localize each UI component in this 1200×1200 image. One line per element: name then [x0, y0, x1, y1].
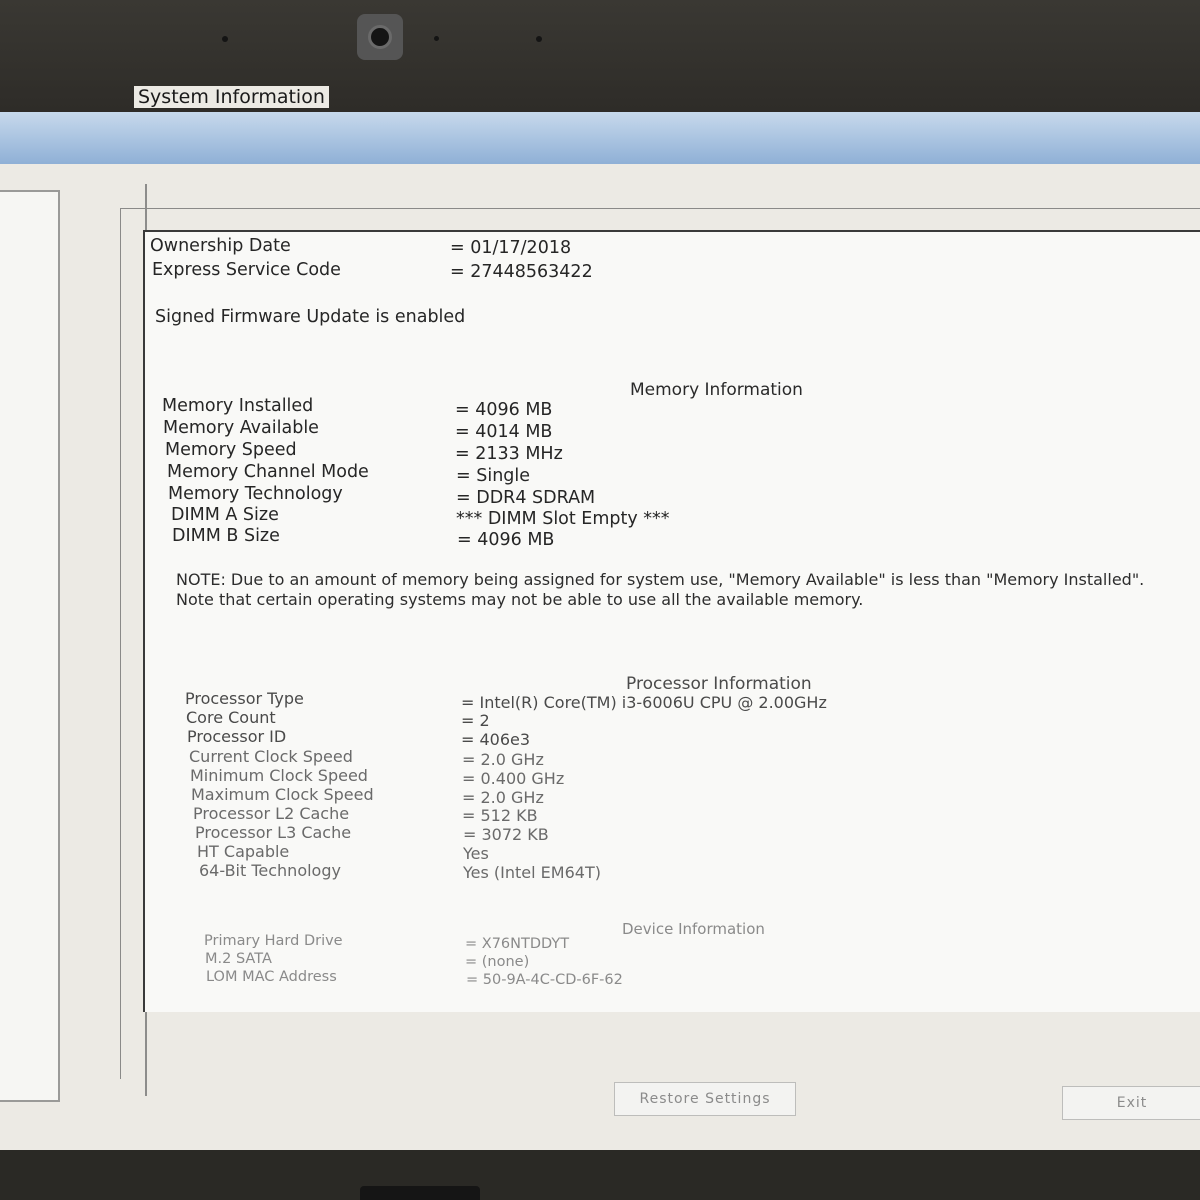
device-section-title: Device Information: [622, 920, 765, 938]
info-panel[interactable]: [143, 230, 1200, 1012]
primary-hard-drive-label: Primary Hard Drive: [204, 933, 343, 949]
ht-capable-value: Yes: [463, 844, 489, 863]
memory-available-value: = 4014 MB: [455, 422, 553, 442]
memory-speed-label: Memory Speed: [165, 440, 297, 460]
primary-hard-drive-value: = X76NTDDYT: [465, 936, 570, 952]
lom-mac-address-label: LOM MAC Address: [206, 969, 337, 985]
webcam-icon: [357, 14, 403, 60]
processor-id-label: Processor ID: [187, 727, 287, 746]
processor-type-label: Processor Type: [185, 689, 304, 708]
dimm-a-size-label: DIMM A Size: [171, 505, 279, 525]
sensor-dot: [434, 36, 439, 41]
group-title: System Information: [134, 86, 329, 108]
memory-technology-value: = DDR4 SDRAM: [456, 488, 596, 508]
dimm-b-size-value: = 4096 MB: [457, 530, 555, 550]
sensor-dot: [536, 36, 542, 42]
brand-logo: [360, 1186, 480, 1200]
express-service-code-label: Express Service Code: [152, 260, 341, 280]
express-service-code-value: = 27448563422: [450, 262, 593, 282]
exit-button[interactable]: Exit: [1062, 1086, 1200, 1120]
memory-available-label: Memory Available: [163, 418, 319, 438]
processor-l3-cache-label: Processor L3 Cache: [195, 823, 352, 842]
ownership-date-label: Ownership Date: [150, 236, 291, 256]
processor-l3-cache-value: = 3072 KB: [463, 825, 549, 844]
memory-channel-mode-label: Memory Channel Mode: [167, 462, 369, 482]
maximum-clock-speed-label: Maximum Clock Speed: [191, 785, 374, 804]
64-bit-technology-value: Yes (Intel EM64T): [463, 863, 601, 882]
memory-installed-value: = 4096 MB: [455, 400, 553, 420]
m2-sata-label: M.2 SATA: [205, 951, 272, 967]
navigation-pane[interactable]: [0, 190, 60, 1102]
memory-speed-value: = 2133 MHz: [455, 444, 563, 464]
processor-l2-cache-value: = 512 KB: [462, 806, 538, 825]
laptop-bezel-bottom: [0, 1150, 1200, 1200]
firmware-status-text: Signed Firmware Update is enabled: [155, 307, 466, 327]
memory-note: NOTE: Due to an amount of memory being a…: [176, 570, 1145, 609]
restore-settings-button[interactable]: Restore Settings: [614, 1082, 796, 1116]
dimm-a-size-value: *** DIMM Slot Empty ***: [456, 509, 670, 529]
minimum-clock-speed-label: Minimum Clock Speed: [190, 766, 368, 785]
memory-installed-label: Memory Installed: [162, 396, 314, 416]
current-clock-speed-label: Current Clock Speed: [189, 747, 353, 766]
core-count-value: = 2: [461, 711, 490, 730]
m2-sata-value: = (none): [465, 954, 530, 970]
ownership-date-value: = 01/17/2018: [450, 238, 572, 258]
title-bar: [0, 112, 1200, 164]
sensor-dot: [222, 36, 228, 42]
processor-l2-cache-label: Processor L2 Cache: [193, 804, 350, 823]
maximum-clock-speed-value: = 2.0 GHz: [462, 788, 544, 807]
memory-section-title: Memory Information: [630, 380, 803, 400]
ht-capable-label: HT Capable: [197, 842, 290, 861]
lom-mac-address-value: = 50-9A-4C-CD-6F-62: [466, 972, 623, 988]
64-bit-technology-label: 64-Bit Technology: [199, 861, 341, 880]
processor-id-value: = 406e3: [461, 730, 531, 749]
current-clock-speed-value: = 2.0 GHz: [462, 750, 544, 769]
memory-technology-label: Memory Technology: [168, 484, 343, 504]
dimm-b-size-label: DIMM B Size: [172, 526, 280, 546]
core-count-label: Core Count: [186, 708, 276, 727]
processor-type-value: = Intel(R) Core(TM) i3-6006U CPU @ 2.00G…: [461, 693, 827, 712]
processor-section-title: Processor Information: [626, 674, 812, 694]
minimum-clock-speed-value: = 0.400 GHz: [462, 769, 565, 788]
memory-channel-mode-value: = Single: [456, 466, 531, 486]
